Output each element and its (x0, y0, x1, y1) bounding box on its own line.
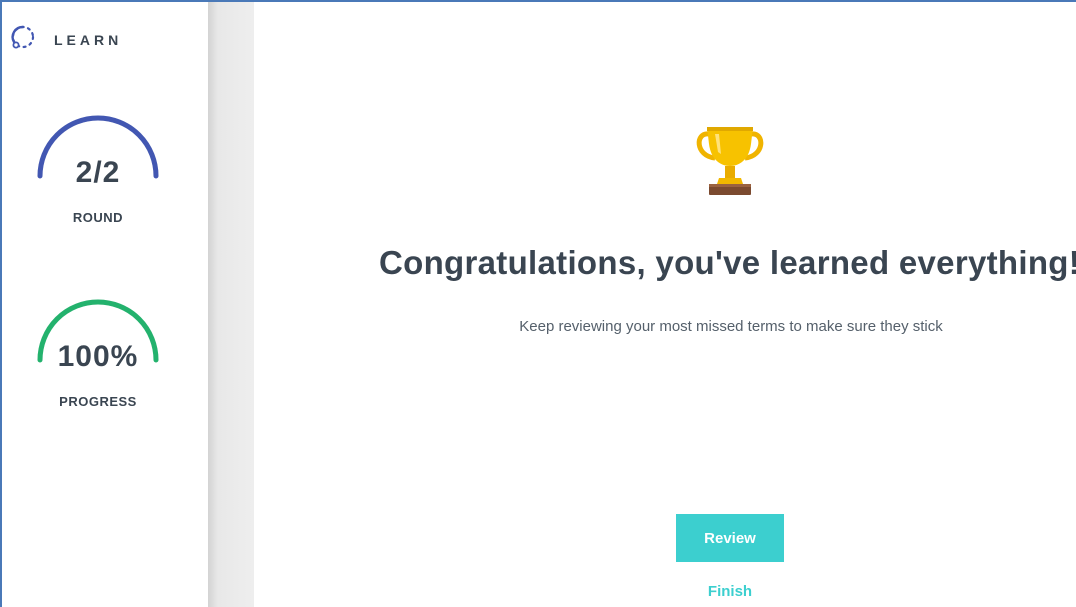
learn-mode-icon (10, 24, 36, 55)
progress-value: 100% (57, 340, 139, 373)
progress-label: PROGRESS (59, 394, 137, 409)
sidebar-shadow (208, 2, 254, 607)
completion-panel: Congratulations, you've learned everythi… (254, 2, 1076, 607)
learn-mode-header[interactable]: LEARN (10, 24, 122, 55)
review-button[interactable]: Review (676, 514, 784, 562)
learn-mode-title: LEARN (54, 31, 123, 48)
round-value: 2/2 (75, 156, 121, 189)
trophy-icon (691, 122, 769, 203)
completion-title: Congratulations, you've learned everythi… (379, 244, 1076, 281)
sidebar: LEARN 2/2 ROUND 100% PROGRESS (2, 2, 208, 607)
progress-gauge: 100% PROGRESS (32, 294, 164, 414)
round-gauge: 2/2 ROUND (32, 110, 164, 230)
round-label: ROUND (72, 210, 124, 225)
completion-subtitle: Keep reviewing your most missed terms to… (519, 318, 943, 335)
finish-link[interactable]: Finish (676, 583, 784, 600)
